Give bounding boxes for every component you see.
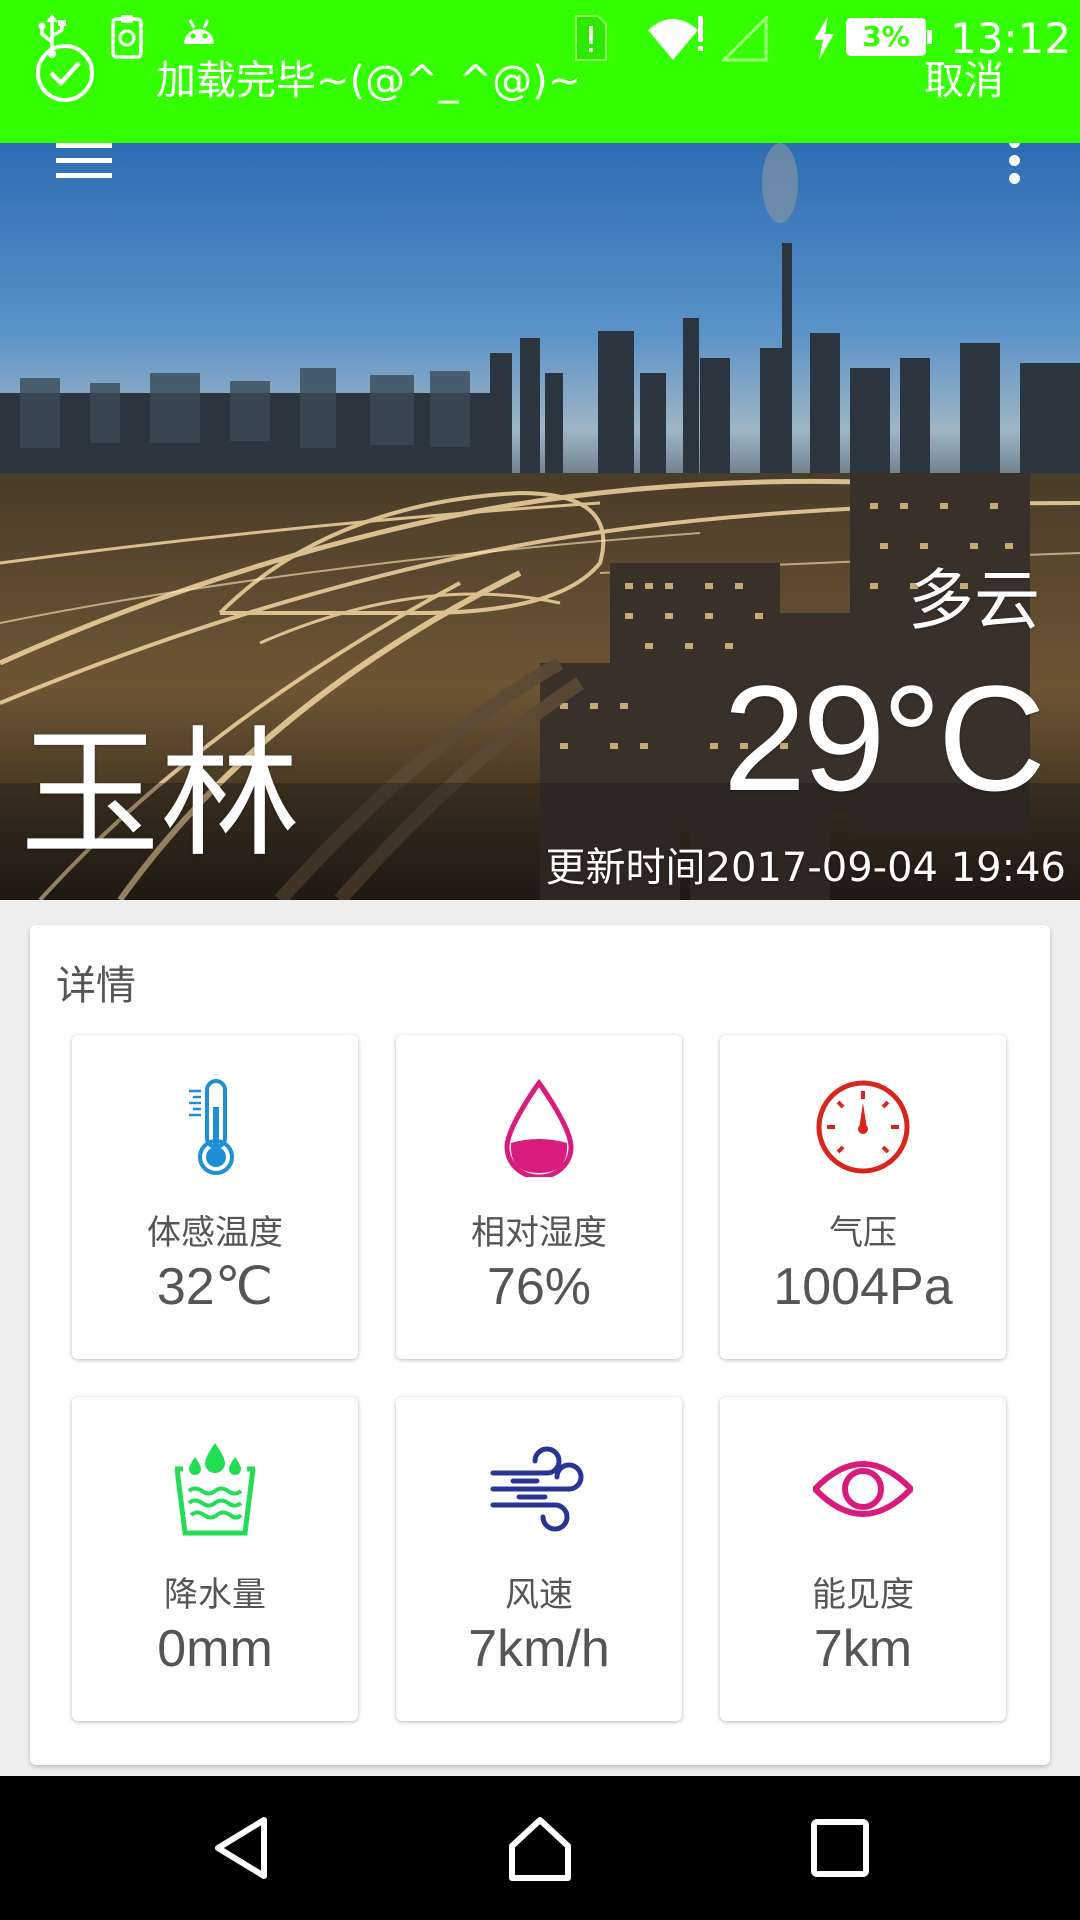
tile-value: 1004Pa <box>773 1258 953 1316</box>
wifi-icon <box>648 16 703 60</box>
hamburger-menu-icon[interactable] <box>56 143 112 179</box>
weather-description: 多云 <box>908 562 1040 639</box>
navigation-bar <box>0 1776 1080 1920</box>
charging-icon <box>814 16 834 60</box>
tile-value: 76% <box>486 1258 592 1316</box>
pressure-gauge-icon <box>816 1080 910 1174</box>
precipitation-icon <box>174 1443 256 1536</box>
weather-screen: 加载完毕~(@^_^@)~ 取消 3% 13:12 多云 29°C 玉林 更新时… <box>0 0 1080 1920</box>
detail-tile-humidity: 相对湿度 76% <box>396 1035 682 1359</box>
home-icon[interactable] <box>504 1812 576 1884</box>
tile-value: 32℃ <box>156 1258 274 1316</box>
visibility-eye-icon <box>813 1461 913 1517</box>
detail-tile-feels-like: 体感温度 32℃ <box>72 1035 358 1359</box>
check-circle-icon <box>36 44 94 102</box>
weather-header-image: 多云 29°C 玉林 更新时间2017-09-04 19:46 <box>0 143 1080 900</box>
tile-value: 0mm <box>157 1620 273 1678</box>
humidity-drop-icon <box>504 1078 574 1177</box>
detail-tile-pressure: 气压 1004Pa <box>720 1035 1006 1359</box>
status-bar: 加载完毕~(@^_^@)~ 取消 3% 13:12 <box>0 0 1080 143</box>
tile-label: 气压 <box>829 1213 897 1253</box>
wind-icon <box>490 1446 584 1532</box>
tile-label: 降水量 <box>164 1575 266 1615</box>
sim-alert-icon <box>575 15 607 61</box>
tile-value: 7km <box>813 1620 913 1678</box>
tile-label: 相对湿度 <box>471 1213 607 1253</box>
battery-percent: 3% <box>849 21 923 53</box>
detail-tile-visibility: 能见度 7km <box>720 1397 1006 1721</box>
back-icon[interactable] <box>206 1812 278 1884</box>
city-name: 玉林 <box>20 714 301 877</box>
battery-icon: 3% <box>846 18 932 56</box>
loaded-toast-text: 加载完毕~(@^_^@)~ <box>156 58 582 104</box>
current-temperature: 29°C <box>722 654 1046 822</box>
clock-time: 13:12 <box>950 14 1072 63</box>
thermometer-icon <box>189 1079 234 1175</box>
tile-value: 7km/h <box>468 1620 610 1678</box>
clipboard-icon <box>111 15 143 59</box>
tile-label: 能见度 <box>812 1575 914 1615</box>
signal-icon <box>722 16 768 62</box>
details-card: 详情 体感温度 32℃ 相对湿度 76% 气压 1004Pa 降水量 0mm 风… <box>30 925 1050 1765</box>
details-title: 详情 <box>56 963 136 1009</box>
update-time: 更新时间2017-09-04 19:46 <box>545 845 1066 891</box>
tile-label: 体感温度 <box>147 1213 283 1253</box>
more-vert-icon[interactable] <box>1004 143 1024 184</box>
recent-apps-icon[interactable] <box>804 1812 876 1884</box>
android-icon <box>184 19 214 44</box>
detail-tile-precipitation: 降水量 0mm <box>72 1397 358 1721</box>
detail-tile-wind: 风速 7km/h <box>396 1397 682 1721</box>
tile-label: 风速 <box>505 1575 573 1615</box>
